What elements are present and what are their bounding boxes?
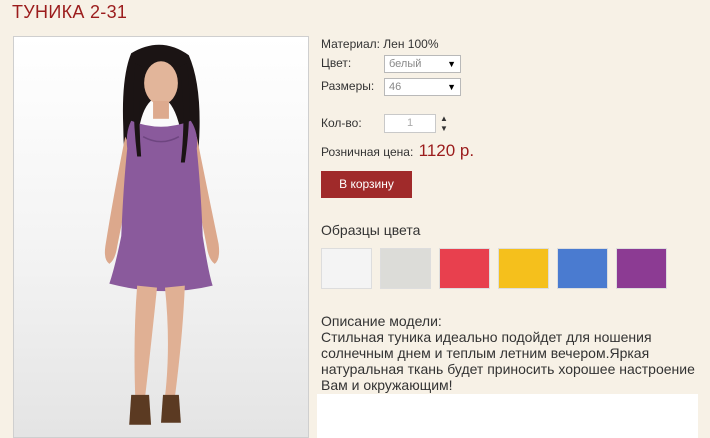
model-illustration: [104, 44, 220, 425]
size-select-value: 46: [389, 81, 402, 93]
swatch-yellow[interactable]: [498, 248, 549, 289]
swatch-light-gray[interactable]: [380, 248, 431, 289]
color-swatches: [321, 248, 667, 289]
blank-panel: [317, 394, 698, 438]
color-samples-title: Образцы цвета: [321, 222, 421, 238]
color-select[interactable]: белый ▼: [384, 55, 461, 73]
size-select[interactable]: 46 ▼: [384, 78, 461, 96]
chevron-down-icon: ▼: [447, 82, 456, 92]
material-row: Материал: Лен 100%: [321, 37, 439, 51]
decrement-icon[interactable]: ▼: [440, 125, 450, 133]
color-label: Цвет:: [321, 56, 352, 70]
swatch-red[interactable]: [439, 248, 490, 289]
color-select-value: белый: [389, 58, 422, 70]
price-row: Розничная цена: 1120 р.: [321, 141, 474, 161]
description-text: Стильная туника идеально подойдет для но…: [321, 329, 695, 393]
material-label: Материал: Лен 100%: [321, 37, 439, 51]
swatch-white[interactable]: [321, 248, 372, 289]
price-value: 1120 р.: [418, 141, 475, 160]
description-title: Описание модели:: [321, 313, 442, 329]
product-page: ТУНИКА 2-31 Материал: Лен 100% Цвет: бел…: [0, 0, 710, 438]
product-title: ТУНИКА 2-31: [12, 2, 128, 22]
add-to-cart-button[interactable]: В корзину: [321, 171, 412, 198]
price-label: Розничная цена:: [321, 145, 414, 159]
chevron-down-icon: ▼: [447, 59, 456, 69]
increment-icon[interactable]: ▲: [440, 115, 450, 123]
quantity-stepper[interactable]: ▲ ▼: [440, 115, 450, 133]
qty-label: Кол-во:: [321, 116, 362, 130]
swatch-purple[interactable]: [616, 248, 667, 289]
quantity-input[interactable]: 1: [384, 114, 436, 133]
swatch-blue[interactable]: [557, 248, 608, 289]
product-photo[interactable]: [13, 36, 309, 438]
size-label: Размеры:: [321, 79, 375, 93]
